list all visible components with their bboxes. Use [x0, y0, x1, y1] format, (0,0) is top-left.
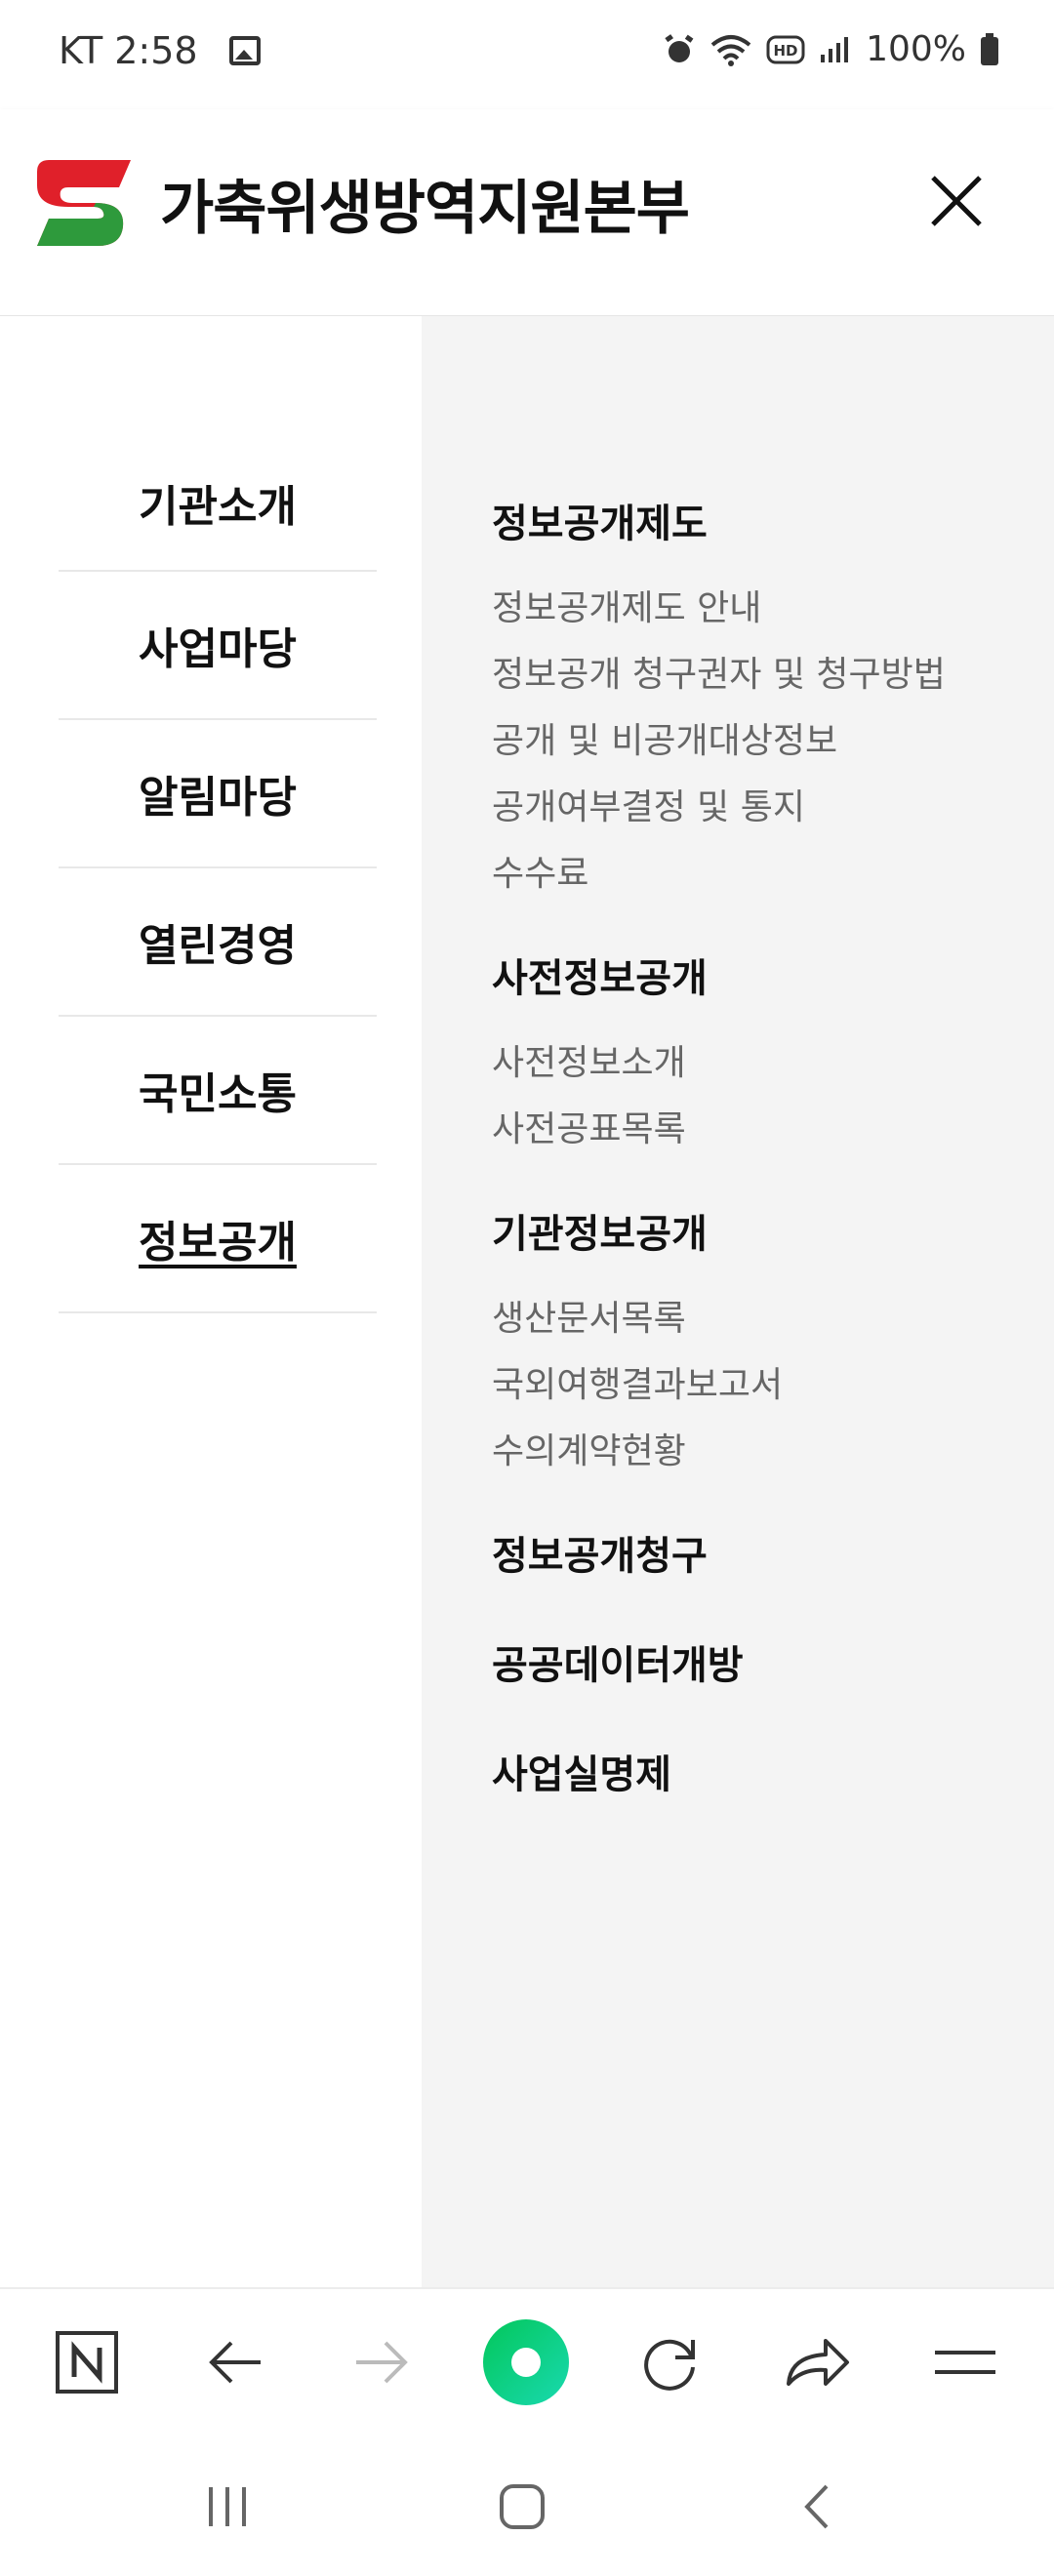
sub-menu-section-items: 생산문서목록 국외여행결과보고서 수의계약현황: [492, 1286, 1038, 1485]
naver-n-icon[interactable]: [43, 2318, 131, 2406]
svg-text:HD: HD: [774, 42, 798, 60]
site-logo[interactable]: 가축위생방역지원본부: [29, 154, 690, 252]
main-menu-label: 국민소통: [139, 1069, 297, 1119]
sub-menu-section-items: 정보공개제도 안내 정보공개 청구권자 및 청구방법 공개 및 비공개대상정보 …: [492, 576, 1038, 907]
status-left: KT 2:58: [59, 29, 261, 72]
main-menu-label: 기관소개: [139, 482, 297, 532]
sub-menu-section-title[interactable]: 공공데이터개방: [492, 1633, 1038, 1690]
back-arrow-icon[interactable]: [191, 2318, 279, 2406]
menu-icon[interactable]: [921, 2318, 1009, 2406]
carrier-time: KT 2:58: [59, 29, 198, 72]
alarm-icon: [665, 33, 694, 62]
recent-apps-icon[interactable]: [183, 2463, 271, 2551]
sub-menu-section-title[interactable]: 기관정보공개: [492, 1202, 1038, 1259]
share-icon[interactable]: [773, 2318, 861, 2406]
sub-menu-section-title[interactable]: 정보공개청구: [492, 1524, 1038, 1581]
signal-icon: [821, 36, 849, 62]
sub-menu-link[interactable]: 사전정보소개: [492, 1030, 1038, 1097]
main-menu-label: 알림마당: [139, 773, 297, 823]
back-icon[interactable]: [773, 2463, 861, 2551]
main-menu-item[interactable]: 기관소개: [59, 435, 377, 572]
site-header: 가축위생방역지원본부: [0, 109, 1054, 316]
battery-percent: 100%: [866, 29, 966, 69]
gallery-icon: [228, 36, 261, 65]
main-menu: 기관소개 사업마당 알림마당 열린경영 국민소통 정보공개: [0, 316, 422, 2287]
main-menu-item[interactable]: 사업마당: [59, 572, 377, 720]
main-menu-item[interactable]: 알림마당: [59, 720, 377, 868]
sub-menu-link[interactable]: 수의계약현황: [492, 1419, 1038, 1485]
main-menu-item[interactable]: 열린경영: [59, 868, 377, 1017]
refresh-icon[interactable]: [627, 2318, 714, 2406]
logo-mark-icon: [37, 160, 131, 246]
sub-menu-section-title[interactable]: 정보공개제도: [492, 492, 1038, 548]
system-nav-bar: [0, 2434, 1054, 2576]
close-icon[interactable]: [927, 172, 986, 230]
home-icon[interactable]: [478, 2463, 566, 2551]
sub-menu-link[interactable]: 수수료: [492, 841, 1038, 907]
green-dot-icon[interactable]: [482, 2318, 570, 2406]
sub-menu-link[interactable]: 사전공표목록: [492, 1097, 1038, 1163]
sub-menu-link[interactable]: 정보공개제도 안내: [492, 576, 1038, 642]
sub-menu-link[interactable]: 공개 및 비공개대상정보: [492, 708, 1038, 775]
wifi-icon: [710, 34, 751, 66]
main-menu-label: 사업마당: [139, 624, 297, 674]
sub-menu-section-title[interactable]: 사업실명제: [492, 1743, 1038, 1799]
status-bar: KT 2:58 HD 100%: [0, 0, 1054, 109]
main-menu-item-active[interactable]: 정보공개: [59, 1165, 377, 1313]
sub-menu-link[interactable]: 정보공개 청구권자 및 청구방법: [492, 642, 1038, 708]
hd-icon: HD: [766, 35, 805, 63]
main-menu-item[interactable]: 국민소통: [59, 1017, 377, 1165]
sub-menu-list: 정보공개제도 정보공개제도 안내 정보공개 청구권자 및 청구방법 공개 및 비…: [492, 492, 1038, 1827]
site-title: 가축위생방역지원본부: [160, 174, 690, 243]
sub-menu-link[interactable]: 생산문서목록: [492, 1286, 1038, 1352]
status-right: HD 100%: [663, 29, 999, 69]
main-menu-label: 열린경영: [139, 921, 297, 971]
sub-menu-section-title[interactable]: 사전정보공개: [492, 946, 1038, 1003]
sub-menu-link[interactable]: 공개여부결정 및 통지: [492, 775, 1038, 841]
main-menu-label: 정보공개: [139, 1218, 297, 1268]
sub-menu-link[interactable]: 국외여행결과보고서: [492, 1352, 1038, 1419]
battery-icon: [981, 32, 998, 65]
sub-menu-panel: 정보공개제도 정보공개제도 안내 정보공개 청구권자 및 청구방법 공개 및 비…: [422, 316, 1054, 2287]
browser-toolbar: [0, 2287, 1054, 2434]
sub-menu-section-items: 사전정보소개 사전공표목록: [492, 1030, 1038, 1163]
forward-arrow-icon[interactable]: [338, 2318, 426, 2406]
main-menu-list: 기관소개 사업마당 알림마당 열린경영 국민소통 정보공개: [59, 435, 377, 1313]
